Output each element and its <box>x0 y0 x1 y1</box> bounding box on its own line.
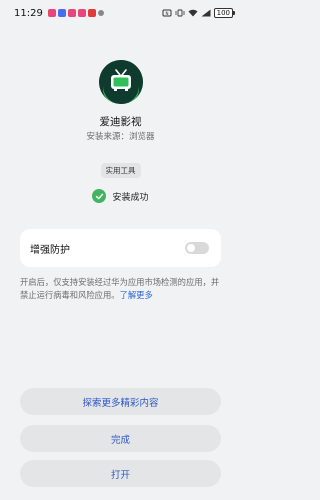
nfc-icon: N <box>162 9 172 17</box>
app-notification-icon <box>47 9 56 17</box>
protection-description: 开启后，仅支持安装经过华为应用市场检测的应用，并禁止运行病毒和风险应用。了解更多 <box>20 276 225 302</box>
protection-title: 增强防护 <box>30 244 70 256</box>
learn-more-link[interactable]: 了解更多 <box>120 290 153 300</box>
app-notification-icon <box>57 9 66 17</box>
category-tag: 实用工具 <box>100 163 141 178</box>
app-name: 爱迪影视 <box>99 116 142 128</box>
protection-toggle[interactable] <box>185 242 209 254</box>
install-status-label: 安装成功 <box>112 192 149 203</box>
protection-card: 增强防护 <box>20 229 221 267</box>
status-bar: 11:29 N 100 <box>0 0 241 26</box>
more-notifications-icon <box>97 10 104 16</box>
wifi-icon <box>188 9 198 17</box>
category-tag-wrap: 实用工具 <box>0 158 241 178</box>
tv-icon <box>99 60 143 104</box>
explore-more-button[interactable]: 探索更多精彩内容 <box>20 388 221 415</box>
app-source: 安装来源：浏览器 <box>86 132 155 142</box>
check-icon <box>92 189 107 203</box>
notification-icons <box>47 9 104 17</box>
toggle-knob <box>187 244 195 252</box>
battery-icon: 100 <box>213 8 236 18</box>
status-time: 11:29 <box>14 7 43 19</box>
app-notification-icon <box>67 9 76 17</box>
app-notification-icon <box>77 9 86 17</box>
svg-text:N: N <box>165 11 168 16</box>
vibrate-icon <box>175 9 185 17</box>
signal-icon <box>201 9 211 17</box>
open-button[interactable]: 打开 <box>20 460 221 487</box>
done-button[interactable]: 完成 <box>20 425 221 452</box>
app-notification-icon <box>87 9 96 17</box>
install-status: 安装成功 <box>0 189 241 203</box>
status-right: N 100 <box>162 8 236 18</box>
